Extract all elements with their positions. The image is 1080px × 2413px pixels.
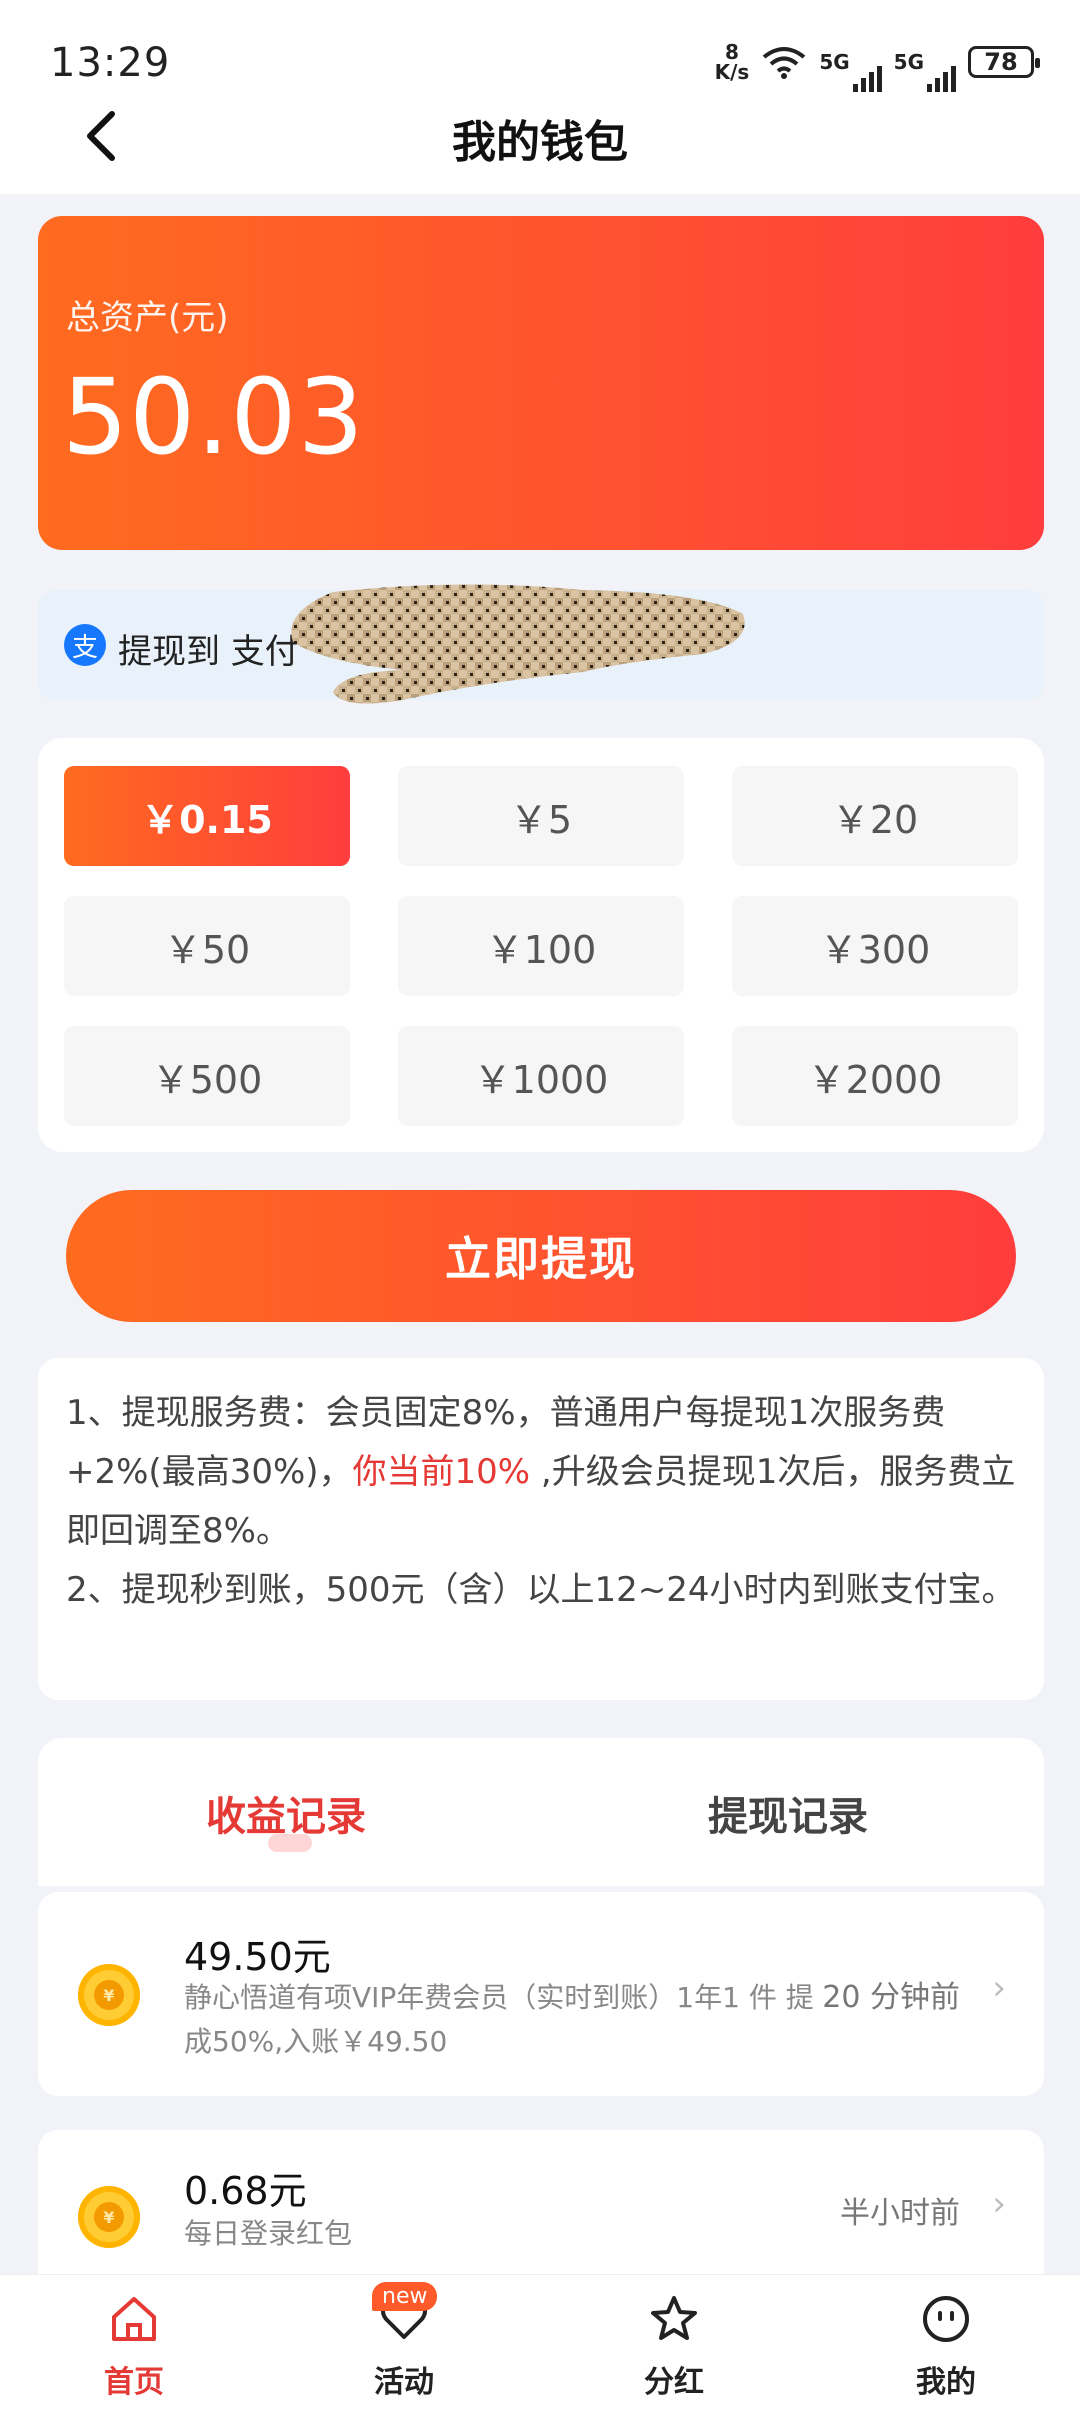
wifi-icon [763, 47, 806, 79]
record-tabs: 收益记录 提现记录 [38, 1738, 1044, 1886]
amount-option-20[interactable]: ￥20 [732, 766, 1018, 866]
status-time: 13:29 [50, 40, 171, 86]
bottom-nav: 首页 活动 分红 我的 [0, 2274, 1080, 2413]
network-speed-value: 8 [724, 40, 739, 64]
withdraw-destination-label: 提现到 支付 [118, 632, 299, 672]
battery-icon: 78 [968, 46, 1040, 78]
amount-option-2000[interactable]: ￥2000 [732, 1026, 1018, 1126]
record-time: 半小时前 [840, 2196, 960, 2231]
amount-option-1000[interactable]: ￥1000 [398, 1026, 684, 1126]
nav-dividend[interactable]: 分红 [604, 2293, 744, 2401]
notes-line2: 2、提现秒到账，500元（含）以上12~24小时内到账支付宝。 [66, 1570, 1016, 1610]
home-icon [112, 2297, 156, 2341]
list-item[interactable]: ¥ 0.68元 每日登录红包 半小时前 › [38, 2130, 1044, 2290]
list-item[interactable]: ¥ 49.50元 静心悟道有项VIP年费会员（实时到账）1年1 件 提成50%,… [38, 1892, 1044, 2096]
chevron-right-icon: › [992, 1968, 1006, 2008]
nav-home-label: 首页 [104, 2365, 164, 2400]
face-icon [923, 2296, 969, 2342]
signal-5g-2-label: 5G [893, 50, 924, 74]
amount-option-100[interactable]: ￥100 [398, 896, 684, 996]
amount-option-500[interactable]: ￥500 [64, 1026, 350, 1126]
coin-icon: ¥ [78, 1964, 140, 2026]
withdraw-destination[interactable]: 支 提现到 支付 [38, 584, 1044, 704]
coin-icon: ¥ [78, 2186, 140, 2248]
signal-bars-icon [927, 66, 956, 92]
record-description: 静心悟道有项VIP年费会员（实时到账）1年1 件 提成50%,入账￥49.50 [184, 1981, 814, 2058]
amount-option-5[interactable]: ￥5 [398, 766, 684, 866]
signal-5g-2: 5G [893, 50, 956, 92]
amount-option-50[interactable]: ￥50 [64, 896, 350, 996]
tab-active-indicator [268, 1834, 312, 1852]
amount-grid: ￥0.15 ￥5 ￥20 ￥50 ￥100 ￥300 ￥500 ￥1000 ￥2… [38, 738, 1044, 1152]
amount-option-300[interactable]: ￥300 [732, 896, 1018, 996]
withdraw-notes: 1、提现服务费：会员固定8%，普通用户每提现1次服务费+2%(最高30%)，你当… [38, 1358, 1044, 1700]
page-title: 我的钱包 [452, 117, 628, 168]
nav-mine-label: 我的 [916, 2365, 976, 2400]
network-speed: 8 K/s [715, 42, 750, 82]
new-badge: new [372, 2282, 438, 2311]
alipay-icon: 支 [64, 624, 106, 666]
nav-dividend-label: 分红 [644, 2365, 704, 2400]
status-icons: 8 K/s 5G 5G 78 [715, 42, 1040, 92]
total-assets-value: 50.03 [62, 356, 365, 478]
signal-5g-1: 5G [819, 50, 882, 92]
total-assets-card: 总资产(元) 50.03 [38, 216, 1044, 550]
record-amount: 0.68元 [184, 2169, 307, 2213]
nav-mine[interactable]: 我的 [876, 2293, 1016, 2401]
amount-option-0-15[interactable]: ￥0.15 [64, 766, 350, 866]
redaction-mask [291, 584, 745, 704]
battery-level: 78 [984, 48, 1018, 76]
total-assets-label: 总资产(元) [66, 298, 229, 338]
star-icon [651, 2296, 697, 2340]
notes-highlight: 你当前10% [352, 1452, 531, 1492]
record-time: 20 分钟前 [822, 1980, 960, 2015]
nav-activity-label: 活动 [374, 2365, 434, 2400]
record-description: 每日登录红包 [184, 2217, 353, 2250]
top-bar: 13:29 8 K/s 5G 5G 78 我的钱包 [0, 0, 1080, 194]
chevron-right-icon: › [992, 2184, 1006, 2224]
tab-withdraw-records[interactable]: 提现记录 [708, 1784, 868, 1842]
network-speed-unit: K/s [714, 60, 750, 84]
signal-5g-1-label: 5G [819, 50, 850, 74]
record-amount: 49.50元 [184, 1935, 331, 1979]
signal-bars-icon [852, 66, 882, 92]
withdraw-now-button[interactable]: 立即提现 [66, 1190, 1016, 1322]
nav-home[interactable]: 首页 [64, 2293, 204, 2401]
